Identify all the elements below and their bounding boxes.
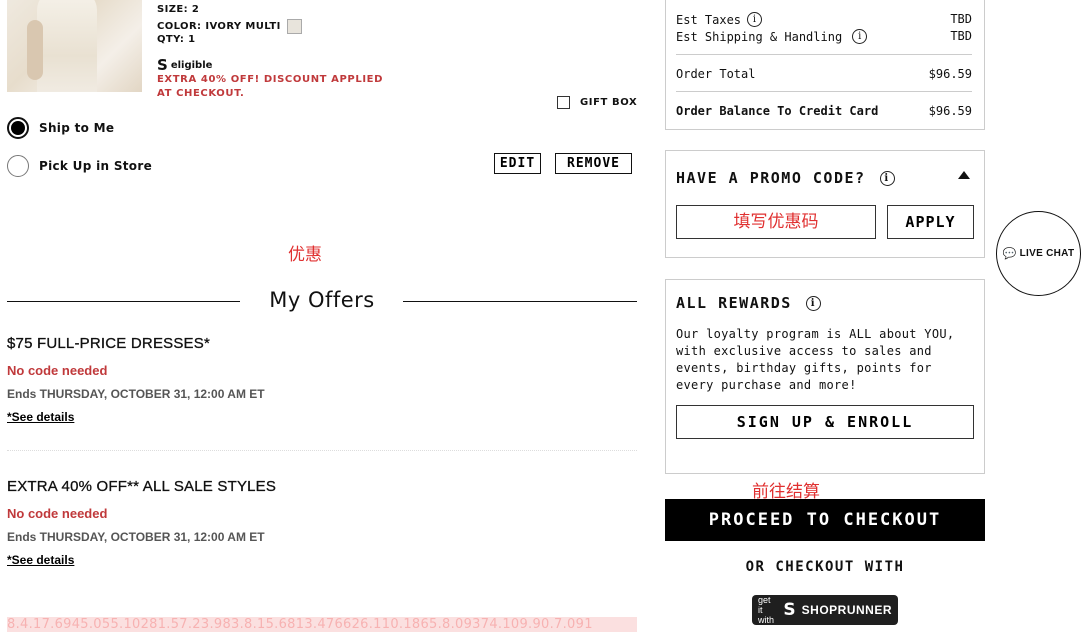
est-shipping-value: TBD bbox=[950, 29, 972, 43]
product-color: COLOR: IVORY MULTI bbox=[157, 19, 302, 34]
offer-title: $75 FULL-PRICE DRESSES* bbox=[7, 335, 211, 352]
or-checkout-with-label: OR CHECKOUT WITH bbox=[745, 559, 905, 575]
sign-up-enroll-button[interactable]: SIGN UP & ENROLL bbox=[676, 405, 974, 439]
eligible-label: eligible bbox=[170, 59, 213, 71]
product-qty: QTY: 1 bbox=[157, 34, 196, 45]
ship-to-me-radio[interactable] bbox=[7, 117, 29, 139]
shoprunner-name: SHOPRUNNER bbox=[801, 603, 892, 617]
rewards-title-text: ALL REWARDS bbox=[676, 294, 792, 312]
order-balance-value: $96.59 bbox=[928, 104, 972, 118]
promo-title-text: HAVE A PROMO CODE? bbox=[676, 169, 866, 187]
offer-title: EXTRA 40% OFF** ALL SALE STYLES bbox=[7, 478, 277, 495]
divider-right bbox=[403, 301, 637, 302]
pick-up-in-store-option[interactable]: Pick Up in Store bbox=[7, 155, 152, 177]
est-taxes-value: TBD bbox=[950, 12, 972, 26]
gift-box-checkbox[interactable] bbox=[557, 96, 570, 109]
rewards-panel: ALL REWARDS i Our loyalty program is ALL… bbox=[665, 279, 985, 474]
product-size: SIZE: 2 bbox=[157, 4, 200, 15]
shoprunner-button[interactable]: get it with S SHOPRUNNER bbox=[752, 595, 898, 625]
order-balance-label: Order Balance To Credit Card bbox=[676, 104, 879, 118]
ship-to-me-label: Ship to Me bbox=[39, 121, 115, 135]
summary-divider bbox=[676, 54, 972, 55]
live-chat-button[interactable]: 💬 LIVE CHAT bbox=[996, 211, 1081, 296]
pick-up-in-store-label: Pick Up in Store bbox=[39, 159, 153, 173]
color-swatch bbox=[286, 19, 302, 34]
apply-button[interactable]: APPLY bbox=[887, 205, 974, 239]
remove-button[interactable]: REMOVE bbox=[555, 153, 632, 174]
product-figure bbox=[37, 0, 97, 92]
see-details-link[interactable]: *See details bbox=[7, 410, 637, 424]
order-summary: Est Taxes i TBD Est Shipping & Handling … bbox=[665, 0, 985, 130]
est-taxes-label: Est Taxes bbox=[676, 12, 742, 27]
shoprunner-logo-icon: S bbox=[783, 600, 796, 620]
product-figure-arm bbox=[27, 20, 43, 80]
info-icon[interactable]: i bbox=[805, 295, 821, 311]
promo-code-input[interactable] bbox=[676, 205, 876, 239]
live-chat-label: LIVE CHAT bbox=[1019, 248, 1075, 259]
order-total-row: Order Total $96.59 bbox=[676, 67, 972, 81]
offer-code-note: No code needed bbox=[7, 506, 108, 521]
noise-strip: 8.4.17.6945.055.10281.57.23.983.8.15.681… bbox=[7, 617, 637, 632]
offer-code-note: No code needed bbox=[7, 363, 108, 378]
gift-box-label: GIFT BOX bbox=[580, 97, 638, 108]
collapse-caret-icon[interactable] bbox=[958, 171, 970, 179]
shoprunner-getit-text: get it with bbox=[758, 595, 775, 625]
product-color-label: COLOR: IVORY MULTI bbox=[157, 21, 281, 32]
rewards-title: ALL REWARDS i bbox=[676, 294, 821, 312]
offer-divider bbox=[7, 450, 637, 451]
see-details-link[interactable]: *See details bbox=[7, 553, 637, 567]
ship-to-me-option[interactable]: Ship to Me bbox=[7, 117, 114, 139]
proceed-to-checkout-button[interactable]: PROCEED TO CHECKOUT bbox=[665, 499, 985, 541]
product-image[interactable] bbox=[7, 0, 142, 92]
pick-up-in-store-radio[interactable] bbox=[7, 155, 29, 177]
edit-button[interactable]: EDIT bbox=[494, 153, 541, 174]
info-icon[interactable]: i bbox=[747, 12, 763, 27]
promo-title[interactable]: HAVE A PROMO CODE? i bbox=[676, 169, 895, 187]
shoprunner-eligible-badge: S eligible bbox=[157, 56, 212, 74]
est-shipping-label: Est Shipping & Handling bbox=[676, 29, 843, 44]
discount-message: EXTRA 40% OFF! DISCOUNT APPLIED AT CHECK… bbox=[157, 74, 383, 99]
summary-divider bbox=[676, 91, 972, 92]
offers-title: My Offers bbox=[269, 288, 375, 312]
offers-annotation: 优惠 bbox=[288, 245, 322, 265]
est-taxes-row: Est Taxes i TBD bbox=[676, 12, 972, 27]
chat-bubble-icon: 💬 bbox=[1002, 248, 1017, 260]
offer-end-date: Ends THURSDAY, OCTOBER 31, 12:00 AM ET bbox=[7, 530, 265, 544]
rewards-description: Our loyalty program is ALL about YOU, wi… bbox=[676, 327, 955, 392]
est-shipping-row: Est Shipping & Handling i TBD bbox=[676, 29, 972, 44]
promo-code-panel: HAVE A PROMO CODE? i APPLY bbox=[665, 150, 985, 258]
order-total-label: Order Total bbox=[676, 67, 756, 81]
order-total-value: $96.59 bbox=[928, 67, 972, 81]
info-icon[interactable]: i bbox=[879, 170, 895, 186]
offer-end-date: Ends THURSDAY, OCTOBER 31, 12:00 AM ET bbox=[7, 387, 265, 401]
shoprunner-s-icon: S bbox=[157, 56, 168, 74]
gift-box-option[interactable]: GIFT BOX bbox=[557, 96, 637, 109]
offers-header: My Offers bbox=[7, 284, 637, 318]
order-balance-row: Order Balance To Credit Card $96.59 bbox=[676, 104, 972, 118]
offer-item: $75 FULL-PRICE DRESSES* No code needed E… bbox=[7, 335, 637, 424]
offer-item: EXTRA 40% OFF** ALL SALE STYLES No code … bbox=[7, 478, 637, 567]
info-icon[interactable]: i bbox=[852, 29, 868, 44]
